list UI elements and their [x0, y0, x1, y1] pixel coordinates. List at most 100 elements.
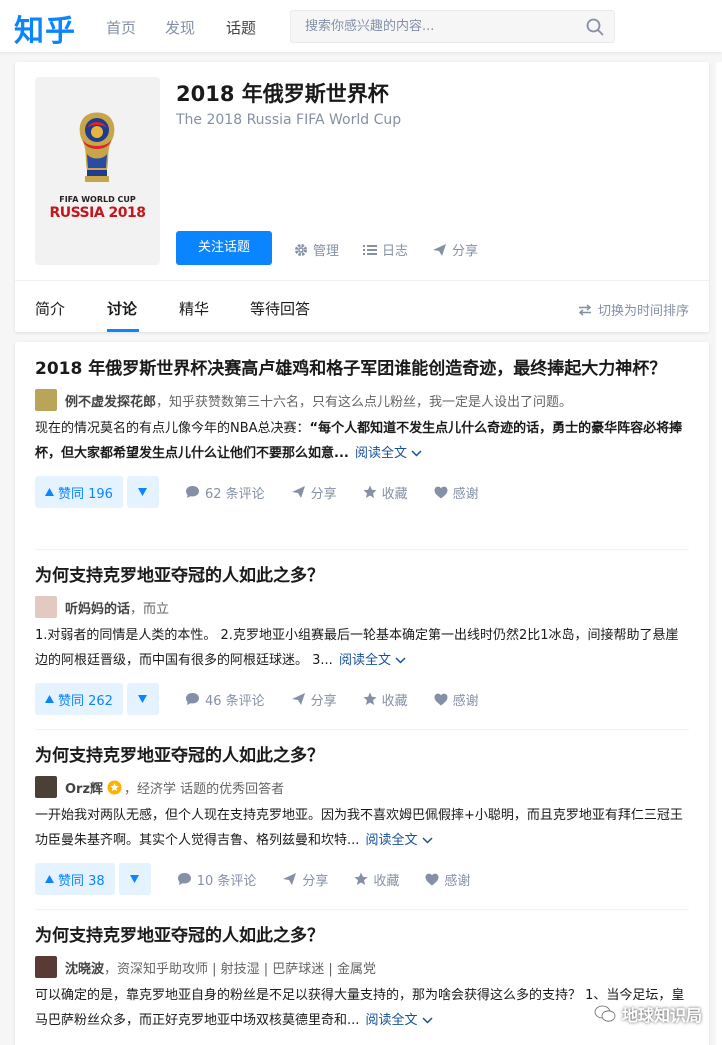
gear-icon: [294, 243, 308, 257]
excerpt-text: 可以确定的是，靠克罗地亚自身的粉丝是不足以获得大量支持的，那为啥会获得这么多的支…: [35, 988, 685, 1028]
tab-waiting-answers[interactable]: 等待回答: [250, 298, 310, 319]
share-icon: [291, 485, 306, 499]
top-navbar: 知乎 首页 发现 话题: [0, 0, 722, 52]
triangle-up-icon: [45, 488, 54, 496]
world-cup-emblem-icon: [79, 112, 115, 182]
author-name[interactable]: 例不虚发探花郎: [65, 391, 156, 410]
avatar[interactable]: [35, 956, 57, 978]
read-more-label: 阅读全文: [365, 833, 418, 848]
upvote-count: 赞同 38: [58, 873, 105, 889]
answer-excerpt[interactable]: 1.对弱者的同情是人类的本性。 2.克罗地亚小组赛最后一轮基本确定第一出线时仍然…: [35, 623, 689, 673]
comments-label: 62 条评论: [204, 486, 265, 502]
share-button[interactable]: 分享: [291, 483, 337, 502]
read-more-link[interactable]: 阅读全文: [355, 446, 422, 461]
collect-label: 收藏: [373, 873, 400, 889]
emblem-text-russia: RUSSIA 2018: [49, 205, 146, 221]
collect-button[interactable]: 收藏: [363, 483, 408, 502]
answer-excerpt[interactable]: 一开始我对两队无感，但个人现在支持克罗地亚。因为我不喜欢姆巴佩假摔+小聪明，而且…: [35, 803, 689, 853]
question-title[interactable]: 为何支持克罗地亚夺冠的人如此之多？: [35, 563, 689, 589]
follow-topic-button[interactable]: 关注话题: [176, 231, 272, 265]
item-divider: [35, 549, 689, 550]
upvote-count: 赞同 262: [58, 693, 113, 709]
comments-button[interactable]: 46 条评论: [185, 690, 265, 709]
answer-excerpt[interactable]: 可以确定的是，靠克罗地亚自身的粉丝是不足以获得大量支持的，那为啥会获得这么多的支…: [35, 983, 689, 1033]
discussion-feed: 2018 年俄罗斯世界杯决赛高卢雄鸡和格子军团谁能创造奇迹，最终捧起大力神杯？ …: [15, 342, 709, 1045]
heart-icon: [434, 693, 448, 706]
avatar[interactable]: [35, 596, 57, 618]
item-divider: [35, 909, 689, 910]
question-title[interactable]: 为何支持克罗地亚夺冠的人如此之多？: [35, 743, 689, 769]
upvote-button[interactable]: 赞同 38: [35, 863, 115, 895]
answer-excerpt[interactable]: 现在的情况莫名的有点儿像今年的NBA总决赛：“每个人都知道不发生点儿什么奇迹的话…: [35, 416, 689, 466]
item-divider: [35, 729, 689, 730]
triangle-up-icon: [45, 875, 54, 883]
thanks-button[interactable]: 感谢: [425, 870, 470, 889]
thanks-label: 感谢: [444, 873, 471, 889]
upvote-button[interactable]: 赞同 196: [35, 476, 123, 508]
share-topic-button[interactable]: 分享: [432, 240, 478, 259]
excellent-answerer-badge-icon: [107, 780, 122, 795]
author-row: 例不虚发探花郎 ，知乎获赞数第三十六名，只有这么点儿粉丝，我一定是人设出了问题。: [35, 388, 689, 412]
triangle-up-icon: [45, 695, 54, 703]
question-title[interactable]: 2018 年俄罗斯世界杯决赛高卢雄鸡和格子军团谁能创造奇迹，最终捧起大力神杯？: [35, 356, 689, 382]
collect-button[interactable]: 收藏: [354, 870, 399, 889]
author-name[interactable]: 听妈妈的话: [65, 598, 130, 617]
read-more-label: 阅读全文: [354, 446, 407, 461]
nav-explore[interactable]: 发现: [165, 17, 195, 38]
sort-toggle-button[interactable]: 切换为时间排序: [578, 300, 689, 319]
tabs-divider: [15, 280, 709, 281]
avatar[interactable]: [35, 776, 57, 798]
collect-button[interactable]: 收藏: [363, 690, 408, 709]
triangle-down-icon: [138, 488, 148, 496]
upvote-button[interactable]: 赞同 262: [35, 683, 123, 715]
comment-icon: [177, 872, 192, 886]
author-name[interactable]: 沈晓波: [65, 958, 104, 977]
share-icon: [291, 692, 306, 706]
read-more-link[interactable]: 阅读全文: [366, 1013, 433, 1028]
author-name[interactable]: Orz辉: [65, 778, 103, 797]
watermark-text: 地球知识局: [621, 1006, 702, 1025]
triangle-down-icon: [138, 695, 148, 703]
downvote-button[interactable]: [126, 683, 159, 715]
downvote-button[interactable]: [126, 476, 159, 508]
answer-actions: 赞同 38 10 条评论 分享 收藏 感谢: [35, 863, 689, 895]
question-title[interactable]: 为何支持克罗地亚夺冠的人如此之多？: [35, 923, 689, 949]
read-more-link[interactable]: 阅读全文: [339, 653, 406, 668]
feed-item: 为何支持克罗地亚夺冠的人如此之多？ 听妈妈的话 ，而立 1.对弱者的同情是人类的…: [35, 563, 689, 715]
tab-intro[interactable]: 简介: [35, 298, 65, 319]
nav-home[interactable]: 首页: [106, 17, 136, 38]
author-bio: ，经济学 话题的优秀回答者: [124, 781, 285, 797]
downvote-button[interactable]: [118, 863, 151, 895]
manage-button[interactable]: 管理: [294, 240, 339, 259]
share-button[interactable]: 分享: [282, 870, 328, 889]
sort-label: 切换为时间排序: [597, 304, 689, 319]
read-more-link[interactable]: 阅读全文: [366, 833, 433, 848]
feed-item: 2018 年俄罗斯世界杯决赛高卢雄鸡和格子军团谁能创造奇迹，最终捧起大力神杯？ …: [35, 356, 689, 508]
log-button[interactable]: 日志: [363, 240, 408, 259]
share-label: 分享: [310, 693, 337, 709]
tab-essence[interactable]: 精华: [179, 298, 209, 319]
heart-icon: [434, 486, 448, 499]
feed-item: 为何支持克罗地亚夺冠的人如此之多？ Orz辉 ，经济学 话题的优秀回答者 一开始…: [35, 743, 689, 895]
switch-arrows-icon: [578, 303, 592, 316]
comments-button[interactable]: 62 条评论: [185, 483, 265, 502]
thanks-button[interactable]: 感谢: [434, 483, 479, 502]
share-label: 分享: [452, 244, 479, 259]
thanks-button[interactable]: 感谢: [434, 690, 479, 709]
tab-discussion[interactable]: 讨论: [107, 298, 137, 319]
share-icon: [432, 243, 447, 257]
avatar[interactable]: [35, 389, 57, 411]
search-input[interactable]: [291, 11, 581, 42]
heart-icon: [425, 873, 439, 886]
search-icon[interactable]: [586, 18, 604, 36]
triangle-down-icon: [130, 875, 140, 883]
topic-subtitle: The 2018 Russia FIFA World Cup: [176, 112, 402, 128]
chevron-down-icon: [395, 657, 406, 664]
comments-button[interactable]: 10 条评论: [177, 870, 256, 889]
active-tab-indicator: [107, 329, 139, 332]
share-label: 分享: [302, 873, 329, 889]
share-button[interactable]: 分享: [291, 690, 337, 709]
collect-label: 收藏: [381, 693, 408, 709]
zhihu-logo[interactable]: 知乎: [14, 6, 76, 50]
nav-topics[interactable]: 话题: [226, 17, 256, 38]
